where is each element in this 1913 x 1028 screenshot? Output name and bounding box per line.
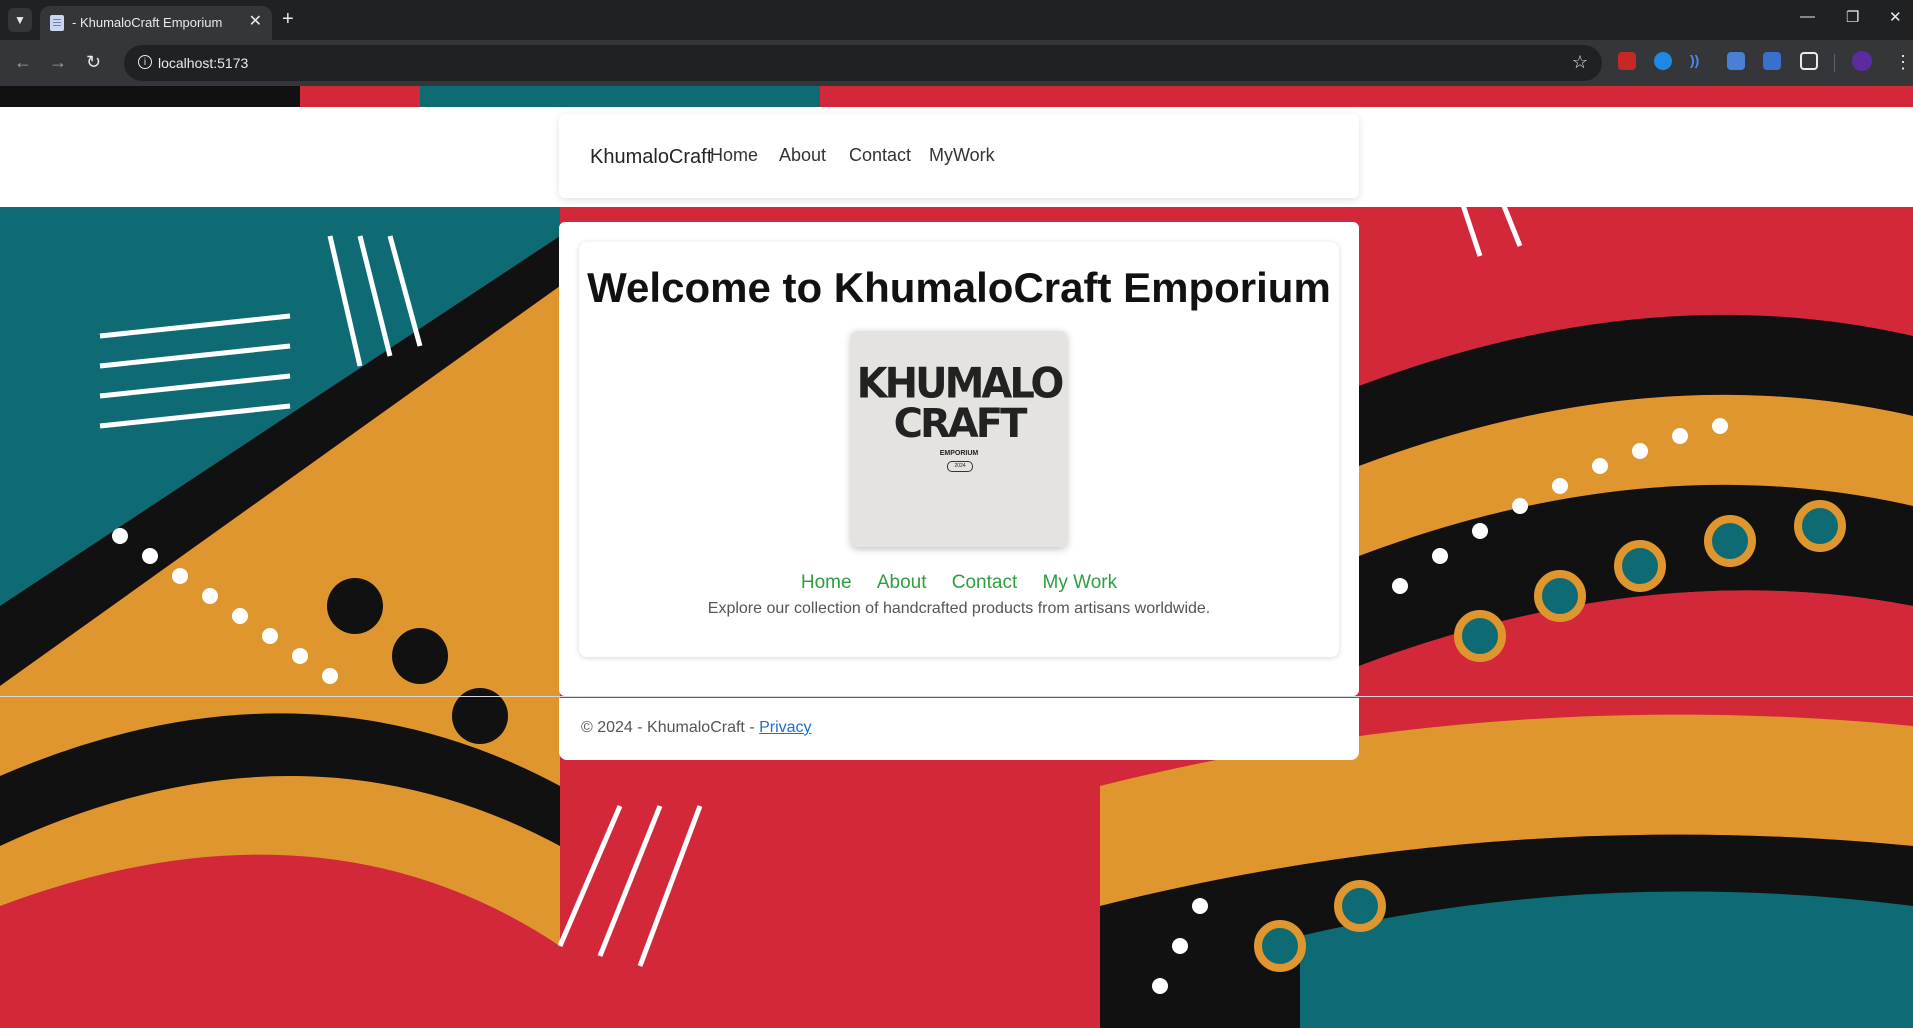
top-navbar: KhumaloCraft Home About Contact MyWork [559, 114, 1359, 198]
page-viewport: KhumaloCraft Home About Contact MyWork W… [0, 86, 1913, 1028]
brand-logo-image: KHUMALO CRAFT EMPORIUM 2024 [851, 331, 1067, 547]
toolbar-divider [1834, 54, 1835, 72]
extension-shazam-icon[interactable] [1654, 52, 1672, 70]
welcome-link-about[interactable]: About [877, 572, 927, 593]
tagline: Explore our collection of handcrafted pr… [707, 600, 1211, 617]
reload-icon[interactable]: ↻ [86, 52, 101, 72]
welcome-link-mywork[interactable]: My Work [1043, 572, 1118, 593]
window-close-icon[interactable]: ✕ [1889, 8, 1902, 26]
restore-icon[interactable]: ❐ [1846, 8, 1859, 26]
page-title: Welcome to KhumaloCraft Emporium [587, 264, 1331, 311]
extensions-puzzle-icon[interactable] [1800, 52, 1818, 70]
browser-tabstrip: ▼ - KhumaloCraft Emporium ✕ + — ❐ ✕ [0, 0, 1913, 40]
logo-text-line2: CRAFT [893, 401, 1028, 447]
extension-upload-icon[interactable] [1727, 52, 1745, 70]
tab-search-chevron-icon[interactable]: ▼ [8, 8, 32, 32]
main-card: Welcome to KhumaloCraft Emporium KHUMALO… [559, 222, 1359, 696]
browser-tab[interactable]: - KhumaloCraft Emporium ✕ [40, 6, 272, 40]
tab-title: - KhumaloCraft Emporium [72, 15, 223, 30]
welcome-link-home[interactable]: Home [801, 572, 852, 593]
welcome-card: Welcome to KhumaloCraft Emporium KHUMALO… [579, 242, 1339, 657]
page-favicon-icon [50, 15, 64, 31]
extension-audio-icon[interactable]: )) [1690, 52, 1708, 70]
footer-copyright: © 2024 - KhumaloCraft - [581, 719, 760, 736]
site-info-icon[interactable]: i [138, 55, 152, 69]
tab-close-icon[interactable]: ✕ [249, 13, 262, 31]
bookmark-star-icon[interactable]: ☆ [1572, 52, 1588, 73]
profile-avatar[interactable] [1852, 51, 1872, 71]
logo-year: 2024 [947, 461, 973, 472]
address-bar[interactable]: i localhost:5173 ☆ [124, 45, 1602, 81]
extension-chart-icon[interactable] [1618, 52, 1636, 70]
nav-link-home[interactable]: Home [710, 145, 758, 166]
nav-link-mywork[interactable]: MyWork [929, 145, 995, 166]
extension-reader-icon[interactable] [1763, 52, 1781, 70]
back-arrow-icon[interactable]: ← [14, 52, 32, 72]
footer: © 2024 - KhumaloCraft - Privacy [559, 698, 1359, 760]
browser-menu-icon[interactable]: ⋮ [1894, 52, 1912, 73]
minimize-icon[interactable]: — [1800, 8, 1815, 25]
nav-link-about[interactable]: About [779, 145, 826, 166]
new-tab-plus-icon[interactable]: + [282, 8, 294, 30]
footer-text: © 2024 - KhumaloCraft - Privacy [581, 719, 812, 737]
browser-toolbar: ← → ↻ i localhost:5173 ☆ )) ⋮ [0, 40, 1913, 86]
brand-link[interactable]: KhumaloCraft [590, 146, 712, 169]
privacy-link[interactable]: Privacy [759, 719, 811, 736]
logo-subtitle: EMPORIUM [939, 450, 979, 457]
forward-arrow-icon[interactable]: → [49, 52, 67, 72]
footer-divider [0, 696, 1913, 697]
welcome-link-contact[interactable]: Contact [952, 572, 1017, 593]
url-text[interactable]: localhost:5173 [158, 55, 248, 71]
welcome-links: Home About Contact My Work [579, 572, 1339, 594]
nav-link-contact[interactable]: Contact [849, 145, 911, 166]
